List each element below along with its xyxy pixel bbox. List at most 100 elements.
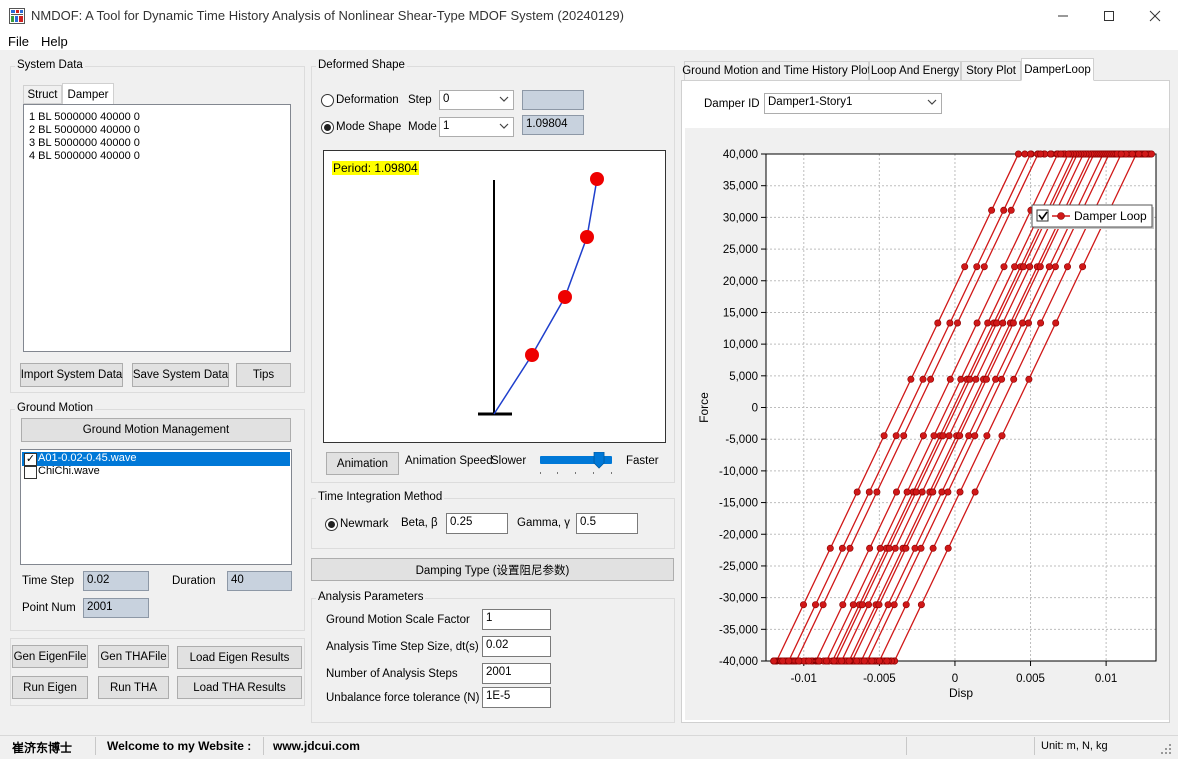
- app-icon: [9, 8, 25, 24]
- y-tick-label: 20,000: [723, 276, 758, 288]
- y-tick-label: 5,000: [729, 371, 758, 383]
- tab-damper[interactable]: Damper: [62, 83, 114, 105]
- loop-point: [1051, 263, 1059, 271]
- status-author: 崔济东博士: [12, 741, 73, 755]
- ground-motion-management-button[interactable]: Ground Motion Management: [21, 418, 291, 442]
- load-tha-results-button[interactable]: Load THA Results: [177, 676, 302, 699]
- loop-point: [1025, 375, 1033, 383]
- import-system-data-button[interactable]: Import System Data: [20, 363, 123, 387]
- tab-damper-loop[interactable]: DamperLoop: [1021, 58, 1094, 81]
- resize-grip-icon[interactable]: [1160, 743, 1172, 755]
- loop-point: [971, 488, 979, 496]
- duration-field: 40: [227, 571, 292, 591]
- loop-point: [868, 657, 876, 665]
- loop-point: [907, 375, 915, 383]
- status-welcome: Welcome to my Website :: [107, 739, 252, 753]
- loop-point: [1000, 263, 1008, 271]
- loop-point: [938, 488, 946, 496]
- deformation-radio[interactable]: [321, 94, 334, 107]
- loop-point: [1026, 150, 1034, 158]
- tolerance-field[interactable]: 1E-5: [482, 687, 551, 708]
- step-display-field: [522, 90, 584, 110]
- beta-label: Beta, β: [401, 517, 438, 529]
- damper-id-combo[interactable]: Damper1-Story1: [764, 93, 942, 114]
- loop-point: [823, 657, 831, 665]
- minimize-button[interactable]: [1040, 0, 1086, 32]
- save-system-data-button[interactable]: Save System Data: [132, 363, 229, 387]
- animation-speed-slider[interactable]: [537, 452, 615, 476]
- loop-point: [812, 601, 820, 609]
- menu-file[interactable]: File: [8, 34, 29, 49]
- load-eigen-results-button[interactable]: Load Eigen Results: [177, 646, 302, 669]
- loop-point: [998, 432, 1006, 440]
- loop-point: [795, 657, 803, 665]
- loop-point: [1037, 319, 1045, 327]
- scale-factor-field[interactable]: 1: [482, 609, 551, 630]
- loop-point: [1079, 263, 1087, 271]
- loop-point: [838, 544, 846, 552]
- loop-point: [1141, 150, 1149, 158]
- status-website-link[interactable]: www.jdcui.com: [273, 739, 360, 753]
- gm-checkbox-1[interactable]: ✓: [24, 453, 37, 466]
- time-step-field: 0.02: [83, 571, 149, 591]
- tips-button[interactable]: Tips: [236, 363, 291, 387]
- gen-thafile-button[interactable]: Gen THAFile: [98, 645, 169, 668]
- loop-point: [883, 657, 891, 665]
- chevron-down-icon: [499, 123, 509, 129]
- analysis-steps-field[interactable]: 2001: [482, 663, 551, 684]
- mode-shape-radio[interactable]: [321, 121, 334, 134]
- point-num-label: Point Num: [22, 602, 76, 614]
- loop-point: [785, 657, 793, 665]
- damper-data-text[interactable]: 1 BL 5000000 40000 0 2 BL 5000000 40000 …: [23, 104, 291, 352]
- gm-item-label: A01-0.02-0.45.wave: [38, 452, 137, 464]
- step-value: 0: [443, 93, 450, 105]
- loop-point: [779, 657, 787, 665]
- loop-point: [902, 601, 910, 609]
- menu-help[interactable]: Help: [41, 34, 68, 49]
- scale-factor-label: Ground Motion Scale Factor: [326, 614, 470, 626]
- tab-ground-motion-plot[interactable]: Ground Motion and Time History Plot: [682, 61, 871, 81]
- loop-point: [849, 601, 857, 609]
- loop-point: [911, 544, 919, 552]
- mode-combo[interactable]: 1: [439, 117, 514, 137]
- loop-point: [957, 375, 965, 383]
- time-step-size-field[interactable]: 0.02: [482, 636, 551, 657]
- gm-item-label: ChiChi.wave: [38, 465, 100, 477]
- animation-button[interactable]: Animation: [326, 452, 399, 475]
- close-button[interactable]: [1132, 0, 1178, 32]
- y-tick-label: -15,000: [719, 498, 758, 510]
- analysis-parameters-title: Analysis Parameters: [316, 591, 426, 603]
- loop-point: [885, 544, 893, 552]
- time-step-label: Time Step: [22, 575, 74, 587]
- loop-point: [1009, 319, 1017, 327]
- loop-point: [815, 657, 823, 665]
- gen-eigenfile-button[interactable]: Gen EigenFile: [12, 645, 88, 668]
- loop-point: [930, 432, 938, 440]
- loop-point: [980, 263, 988, 271]
- y-tick-label: 0: [752, 403, 758, 415]
- newmark-radio[interactable]: [325, 518, 338, 531]
- loop-point: [892, 432, 900, 440]
- y-tick-label: -10,000: [719, 466, 758, 478]
- run-tha-button[interactable]: Run THA: [98, 676, 169, 699]
- maximize-icon: [1104, 11, 1114, 21]
- gamma-field[interactable]: 0.5: [576, 513, 638, 534]
- damping-type-button[interactable]: Damping Type (设置阻尼参数): [311, 558, 674, 581]
- beta-field[interactable]: 0.25: [446, 513, 508, 534]
- slider-thumb[interactable]: [537, 452, 615, 476]
- damper-line: 2 BL 5000000 40000 0: [29, 124, 140, 136]
- tab-struct[interactable]: Struct: [23, 85, 62, 104]
- run-eigen-button[interactable]: Run Eigen: [12, 676, 88, 699]
- step-combo[interactable]: 0: [439, 90, 514, 110]
- y-tick-label: 10,000: [723, 339, 758, 351]
- tab-story-plot[interactable]: Story Plot: [961, 61, 1021, 81]
- gm-checkbox-2[interactable]: [24, 466, 37, 479]
- y-axis-title: Force: [697, 392, 711, 423]
- loop-point: [1020, 263, 1028, 271]
- loop-point: [973, 263, 981, 271]
- loop-point: [1037, 150, 1045, 158]
- maximize-button[interactable]: [1086, 0, 1132, 32]
- tab-loop-energy[interactable]: Loop And Energy: [869, 61, 961, 81]
- loop-point: [917, 544, 925, 552]
- loop-point: [988, 206, 996, 214]
